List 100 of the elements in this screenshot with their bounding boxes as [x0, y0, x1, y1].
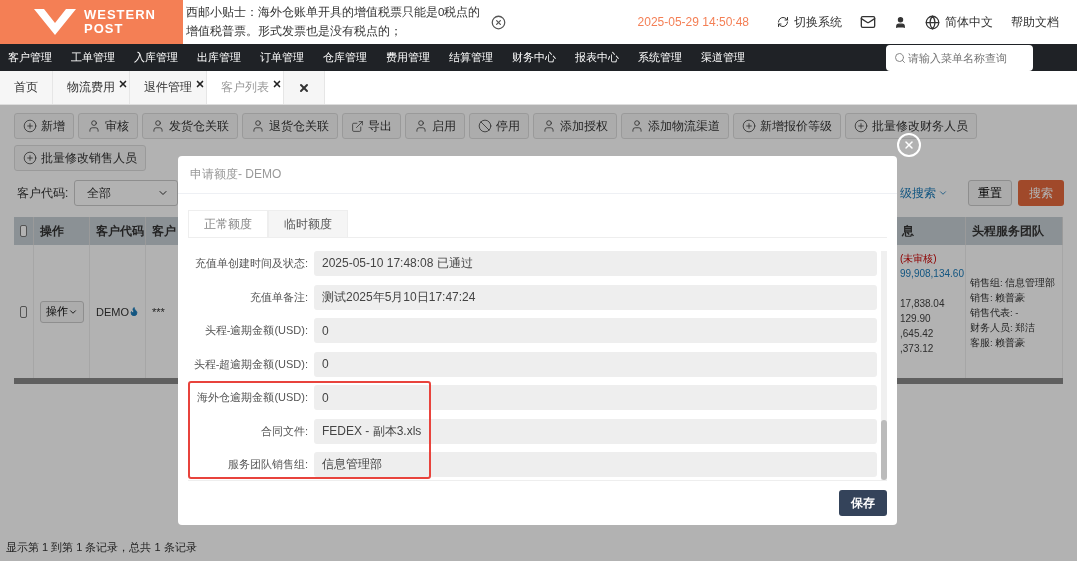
close-icon[interactable] [272, 79, 282, 89]
close-icon[interactable] [118, 79, 128, 89]
input-field[interactable]: 信息管理部 [314, 452, 877, 477]
page-tab[interactable]: 物流费用 [53, 71, 130, 104]
nav-item[interactable]: 费用管理 [386, 50, 430, 65]
checkbox[interactable] [20, 225, 27, 237]
page-tab[interactable]: 退件管理 [130, 71, 207, 104]
close-icon [903, 139, 915, 151]
nav-item[interactable]: 出库管理 [197, 50, 241, 65]
nav-item[interactable]: 系统管理 [638, 50, 682, 65]
user-icon [251, 119, 265, 133]
table-cell-text: 财务人员: 郑洁 [970, 321, 1036, 335]
nav-item[interactable]: 仓库管理 [323, 50, 367, 65]
header-link[interactable]: 帮助文档 [1011, 13, 1059, 31]
menu-search-field[interactable]: 请输入菜单名称查询 [886, 44, 1033, 71]
page-tab[interactable]: 首页 [0, 71, 53, 104]
table-cell-text: 销售: 赖普豪 [970, 291, 1026, 305]
column-header: 客户代码 [90, 217, 146, 245]
column-header: 操作 [34, 217, 90, 245]
dialog-tab[interactable]: 正常额度 [188, 210, 268, 237]
action-dropdown[interactable]: 操作 [40, 300, 84, 323]
pagination-text: 显示第 1 到第 1 条记录，总共 1 条记录 [6, 540, 197, 555]
customer-code-select[interactable]: 全部 [74, 180, 179, 206]
plus-icon [23, 119, 37, 133]
toolbar-button[interactable]: 添加物流渠道 [621, 113, 729, 139]
nav-item[interactable]: 订单管理 [260, 50, 304, 65]
globe-icon [925, 14, 940, 30]
logo-text: POST [84, 22, 125, 36]
field-label: 合同文件: [259, 423, 308, 439]
toolbar-button[interactable]: 启用 [405, 113, 465, 139]
reset-button[interactable]: 重置 [968, 180, 1012, 206]
column-header: 头程服务团队 [966, 217, 1063, 245]
nav-item[interactable]: 客户管理 [8, 50, 52, 65]
input-field[interactable]: 测试2025年5月10日17:47:24 [314, 284, 877, 310]
ban-icon [478, 119, 492, 133]
table-cell-text: 99,908,134.60 [900, 267, 964, 281]
table-cell-text: 客服: 赖普豪 [970, 336, 1026, 350]
toolbar-button[interactable]: 新增 [14, 113, 74, 139]
table-cell-text: 销售代表: - [970, 306, 1019, 320]
toolbar-button[interactable]: 停用 [469, 113, 529, 139]
toolbar-button[interactable]: 新增报价等级 [733, 113, 841, 139]
table-cell: DEMO [96, 305, 129, 318]
user-icon [151, 119, 165, 133]
search-icon [894, 51, 906, 64]
table-cell-text: 17,838.04 [900, 297, 945, 311]
table-cell-text: 销售组: 信息管理部 [970, 276, 1056, 290]
close-icon [298, 81, 310, 94]
header-link[interactable]: 简体中文 [925, 13, 993, 31]
toolbar-button[interactable]: 退货仓关联 [242, 113, 338, 139]
dialog-tab[interactable]: 临时额度 [268, 210, 348, 237]
save-button[interactable]: 保存 [839, 490, 887, 516]
user-icon [542, 119, 556, 133]
plus-icon [742, 119, 756, 133]
close-icon[interactable] [491, 14, 506, 30]
datetime: 2025-05-29 14:50:48 [637, 15, 749, 29]
logo-text: WESTERN [84, 8, 156, 22]
nav-item[interactable]: 财务中心 [512, 50, 556, 65]
field-label: 海外仓逾期金额(USD): [196, 390, 308, 405]
field-label: 充值单创建时间及状态: [193, 256, 308, 271]
table-cell-text: 129.90 [900, 312, 931, 326]
input-field[interactable]: 0 [314, 318, 877, 343]
toolbar-button[interactable]: 批量修改财务人员 [845, 113, 977, 139]
input-field[interactable]: 0 [314, 351, 877, 377]
user-icon [894, 15, 907, 29]
user-icon [630, 119, 644, 133]
close-all-tab[interactable] [284, 71, 325, 104]
toolbar-button[interactable]: 添加授权 [533, 113, 617, 139]
nav-item[interactable]: 报表中心 [575, 50, 619, 65]
filter-label: 客户代码: [17, 184, 69, 202]
nav-item[interactable]: 结算管理 [449, 50, 493, 65]
nav-item[interactable]: 入库管理 [134, 50, 178, 65]
toolbar-button[interactable]: 审核 [78, 113, 138, 139]
input-field[interactable]: FEDEX - 副本3.xls [314, 418, 877, 444]
plus-icon [854, 119, 868, 133]
notice-text: 西邮小贴士：海外仓账单开具的增值税票只能是0税点的增值税普票。形式发票也是没有税点的； [186, 5, 482, 39]
field-label: 充值单备注: [248, 289, 308, 305]
close-icon[interactable] [195, 79, 205, 89]
scrollbar[interactable] [881, 251, 887, 480]
field-label: 服务团队销售组: [226, 457, 308, 472]
toolbar-button[interactable]: 导出 [342, 113, 401, 139]
advanced-search-link[interactable]: 级搜索 [900, 184, 948, 202]
nav-item[interactable]: 渠道管理 [701, 50, 745, 65]
close-button[interactable] [897, 133, 921, 157]
table-cell-text: (未审核) [900, 252, 937, 266]
export-icon [351, 119, 364, 133]
input-field[interactable]: 0 [314, 385, 877, 410]
toolbar-button[interactable]: 发货仓关联 [142, 113, 238, 139]
header-icon-button[interactable] [894, 15, 907, 29]
toolbar-button[interactable]: 批量修改销售人员 [14, 145, 146, 171]
user-icon [87, 119, 101, 133]
header-link[interactable]: 切换系统 [777, 13, 842, 31]
nav-item[interactable]: 工单管理 [71, 50, 115, 65]
field-label: 头程-逾期金额(USD): [203, 323, 308, 338]
refresh-icon [777, 16, 789, 28]
header-icon-button[interactable] [860, 14, 876, 30]
input-field[interactable]: 2025-05-10 17:48:08 已通过 [314, 251, 877, 276]
checkbox[interactable] [20, 305, 27, 318]
chevron-icon [938, 188, 948, 198]
table-cell: *** [152, 305, 165, 318]
logo-icon [34, 9, 76, 35]
